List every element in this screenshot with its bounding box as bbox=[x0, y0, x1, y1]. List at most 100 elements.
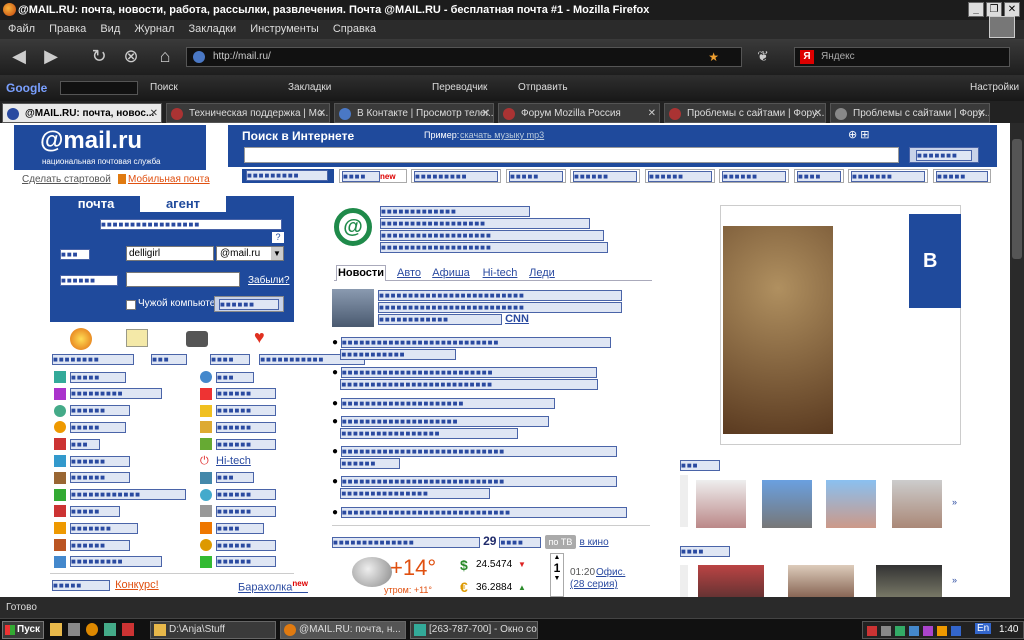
quicklaunch-icon[interactable] bbox=[50, 623, 62, 636]
tab-mail[interactable]: почта bbox=[52, 196, 140, 212]
tray-icon[interactable] bbox=[881, 626, 891, 636]
service-link-1[interactable]: ■■■■■■■■ bbox=[52, 353, 134, 365]
list-item[interactable]: ■■■ bbox=[200, 471, 300, 489]
news-item[interactable]: ● ■■■■■■■■■■■■■■■■■■■■■■■■■■■ ■■■■■■■■■■… bbox=[332, 337, 642, 361]
people-icon[interactable] bbox=[70, 328, 92, 350]
list-item[interactable]: ■■■ bbox=[200, 371, 300, 388]
settings-button[interactable]: Настройки bbox=[970, 75, 1019, 101]
list-item[interactable]: ■■■■ bbox=[200, 522, 300, 539]
menu-history[interactable]: Журнал bbox=[134, 23, 174, 35]
tab-sites-problems-1[interactable]: Проблемы с сайтами | Фору... ✕ bbox=[664, 103, 826, 123]
search-example-link[interactable]: скачать музыку mp3 bbox=[460, 130, 544, 140]
quicklaunch-icon[interactable] bbox=[104, 623, 116, 636]
photo-thumb[interactable] bbox=[826, 480, 876, 528]
video-thumb[interactable] bbox=[698, 565, 764, 597]
search-box[interactable]: Я Яндекс bbox=[794, 47, 1010, 67]
taskbar-item-chat[interactable]: [263-787-700] - Окно соо... bbox=[410, 621, 538, 639]
web-search-button[interactable]: ■■■■■■■ bbox=[909, 147, 979, 163]
domain-select[interactable]: @mail.ru ▼ bbox=[216, 246, 284, 261]
tab-agent[interactable]: агент bbox=[140, 196, 226, 212]
search-tab-7[interactable]: ■■■■■■ bbox=[719, 169, 789, 183]
tab-close-icon[interactable]: ✕ bbox=[318, 104, 326, 122]
password-input[interactable] bbox=[126, 272, 240, 287]
tab-close-icon[interactable]: ✕ bbox=[482, 104, 490, 122]
list-item[interactable]: ■■■■■■ bbox=[200, 438, 300, 455]
list-item[interactable]: ■■■■■■ bbox=[200, 387, 300, 405]
alien-pc-checkbox[interactable] bbox=[126, 300, 136, 310]
news-tab-afisha[interactable]: Афиша bbox=[430, 267, 472, 279]
list-item[interactable]: ■■■■■■ bbox=[200, 488, 300, 506]
search-tools-icon[interactable]: ⊕ ⊞ bbox=[848, 128, 870, 141]
search-tab-10[interactable]: ■■■■■ bbox=[933, 169, 991, 183]
list-item[interactable]: ■■■■■■ bbox=[54, 404, 194, 422]
video-prev-icon[interactable] bbox=[680, 565, 688, 597]
photo-section-title[interactable]: ■■■ bbox=[680, 459, 720, 471]
menu-view[interactable]: Вид bbox=[100, 23, 120, 35]
news-item[interactable]: ● ■■■■■■■■■■■■■■■■■■■■■■■■■■■■■ bbox=[332, 506, 642, 519]
search-tab-9[interactable]: ■■■■■■■ bbox=[848, 169, 928, 183]
tab-mailru[interactable]: @MAIL.RU: почта, новос... ✕ bbox=[2, 103, 162, 123]
menu-bookmarks[interactable]: Закладки bbox=[189, 23, 237, 35]
translate-button[interactable]: Переводчик bbox=[432, 75, 487, 101]
minimize-button[interactable]: _ bbox=[968, 2, 984, 17]
list-item[interactable]: ■■■■■■ bbox=[54, 471, 194, 489]
news-item[interactable]: ● ■■■■■■■■■■■■■■■■■■■■■■■■■■ ■■■■■■■■■■■… bbox=[332, 367, 642, 391]
hitech-link[interactable]: Hi-tech bbox=[216, 455, 251, 467]
tray-icon[interactable] bbox=[867, 626, 877, 636]
tab-sites-problems-2[interactable]: Проблемы с сайтами | Фору... ✕ bbox=[830, 103, 990, 123]
home-icon[interactable]: ⌂ bbox=[152, 45, 178, 69]
camera-icon[interactable] bbox=[186, 331, 208, 347]
news-tab-lady[interactable]: Леди bbox=[524, 267, 560, 279]
stop-icon[interactable]: ⊗ bbox=[118, 45, 144, 69]
search-tab-internet[interactable]: ■■■■■■■■■ bbox=[242, 169, 334, 183]
contest-link[interactable]: Конкурс! bbox=[115, 579, 159, 591]
video-next-icon[interactable]: » bbox=[952, 575, 957, 585]
taskbar-item-firefox[interactable]: @MAIL.RU: почта, н... bbox=[280, 621, 406, 639]
news-tab-hitech[interactable]: Hi-tech bbox=[478, 267, 522, 279]
taskbar-item-folder[interactable]: D:\Anja\Stuff bbox=[150, 621, 276, 639]
quicklaunch-icon[interactable] bbox=[86, 623, 98, 636]
news-photo[interactable] bbox=[332, 289, 374, 327]
restore-button[interactable]: ❐ bbox=[986, 2, 1002, 17]
mailru-logo[interactable]: @mail.ru национальная почтовая служба bbox=[14, 125, 206, 170]
web-search-input[interactable] bbox=[244, 147, 899, 163]
list-item[interactable]: ■■■■■ bbox=[54, 371, 194, 388]
chevron-up-icon[interactable]: ▲ bbox=[551, 554, 563, 561]
tab-close-icon[interactable]: ✕ bbox=[814, 104, 822, 122]
tray-icon[interactable] bbox=[895, 626, 905, 636]
tv-mid[interactable]: ■■■■ bbox=[499, 536, 542, 548]
scrollbar-thumb[interactable] bbox=[1012, 139, 1022, 259]
menu-edit[interactable]: Правка bbox=[49, 23, 86, 35]
list-item[interactable]: ■■■■■■ bbox=[54, 539, 194, 556]
bookmark-star-icon[interactable]: ★ bbox=[708, 48, 719, 66]
video-thumb[interactable] bbox=[876, 565, 942, 597]
list-item[interactable]: ■■■■■■ bbox=[200, 404, 300, 422]
back-icon[interactable]: ◀ bbox=[6, 45, 32, 69]
search-tab-6[interactable]: ■■■■■■ bbox=[645, 169, 715, 183]
page-scrollbar[interactable] bbox=[1010, 123, 1024, 597]
cnn-link[interactable]: CNN bbox=[505, 313, 529, 325]
service-link-3[interactable]: ■■■■ bbox=[210, 353, 251, 365]
list-item[interactable]: ■■■■■ bbox=[54, 421, 194, 438]
tv-badge[interactable]: по ТВ bbox=[544, 535, 577, 549]
news-tab-news[interactable]: Новости bbox=[336, 265, 386, 281]
bookmarks-button[interactable]: Закладки bbox=[288, 75, 331, 101]
photo-thumb[interactable] bbox=[892, 480, 942, 528]
news-item[interactable]: ● ■■■■■■■■■■■■■■■■■■■■■ bbox=[332, 397, 642, 410]
tab-close-icon[interactable]: ✕ bbox=[648, 104, 656, 122]
list-item[interactable]: ■■■■■■ bbox=[54, 455, 194, 472]
news-tab-auto[interactable]: Авто bbox=[392, 267, 426, 279]
list-item[interactable]: ■■■■■■ bbox=[200, 555, 300, 573]
chevron-down-icon[interactable]: ▼ bbox=[551, 575, 563, 582]
google-search-input[interactable] bbox=[60, 81, 138, 95]
tray-icon[interactable] bbox=[951, 626, 961, 636]
menu-file[interactable]: Файл bbox=[8, 23, 35, 35]
list-item[interactable]: ■■■■■■ bbox=[200, 505, 300, 522]
quicklaunch-icon[interactable] bbox=[122, 623, 134, 636]
tray-icon[interactable] bbox=[937, 626, 947, 636]
search-tab-4[interactable]: ■■■■■ bbox=[506, 169, 566, 183]
google-search-button[interactable]: Поиск bbox=[150, 75, 178, 101]
list-item[interactable]: ⏻ Hi-tech bbox=[200, 455, 300, 472]
list-item[interactable]: ■■■■■■ bbox=[200, 539, 300, 556]
list-item[interactable]: ■■■■■■■ bbox=[54, 522, 194, 539]
